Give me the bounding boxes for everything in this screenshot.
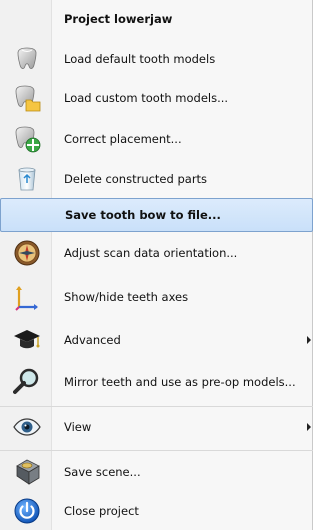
menu-item-mirror-teeth[interactable]: Mirror teeth and use as pre-op models... [0, 360, 313, 404]
submenu-arrow-icon [307, 423, 311, 431]
menu-item-advanced[interactable]: Advanced [0, 320, 313, 360]
recycle-bin-icon [13, 165, 41, 193]
tooth-icon [13, 45, 41, 73]
menu-item-close-project[interactable]: Close project [0, 492, 313, 530]
compass-icon [13, 239, 41, 267]
menu-title-row: Project lowerjaw [0, 0, 313, 38]
context-menu: Project lowerjaw Load default tooth mode… [0, 0, 313, 530]
menu-item-label: Mirror teeth and use as pre-op models... [64, 375, 296, 389]
menu-item-label: Close project [64, 504, 139, 518]
menu-separator [0, 450, 313, 451]
menu-item-label: View [64, 420, 92, 434]
menu-item-save-scene[interactable]: Save scene... [0, 452, 313, 492]
tooth-folder-icon [13, 84, 41, 112]
magnifier-icon [13, 368, 41, 396]
menu-item-label: Delete constructed parts [64, 172, 208, 186]
menu-item-adjust-scan-orientation[interactable]: Adjust scan data orientation... [0, 232, 313, 274]
axes-icon [13, 283, 41, 311]
menu-item-label: Load default tooth models [64, 52, 216, 66]
menu-separator [0, 406, 313, 407]
menu-item-view[interactable]: View [0, 408, 313, 446]
submenu-arrow-icon [307, 336, 311, 344]
menu-title: Project lowerjaw [64, 12, 173, 26]
menu-item-label: Show/hide teeth axes [64, 290, 189, 304]
menu-item-load-default-tooth-models[interactable]: Load default tooth models [0, 40, 313, 78]
menu-item-delete-constructed-parts[interactable]: Delete constructed parts [0, 160, 313, 198]
eye-icon [13, 413, 41, 441]
power-icon [13, 497, 41, 525]
menu-item-label: Adjust scan data orientation... [64, 246, 238, 260]
tooth-move-icon [13, 125, 41, 153]
menu-item-label: Advanced [64, 333, 121, 347]
menu-item-label: Load custom tooth models... [64, 91, 229, 105]
menu-item-label: Save scene... [64, 465, 141, 479]
hard-disk-icon [13, 458, 41, 486]
graduation-cap-icon [13, 326, 41, 354]
menu-item-correct-placement[interactable]: Correct placement... [0, 118, 313, 160]
menu-item-label: Save tooth bow to file... [65, 208, 221, 222]
menu-item-show-hide-teeth-axes[interactable]: Show/hide teeth axes [0, 274, 313, 320]
menu-item-label: Correct placement... [64, 132, 182, 146]
menu-item-save-tooth-bow[interactable]: Save tooth bow to file... [0, 198, 313, 232]
menu-item-load-custom-tooth-models[interactable]: Load custom tooth models... [0, 78, 313, 118]
